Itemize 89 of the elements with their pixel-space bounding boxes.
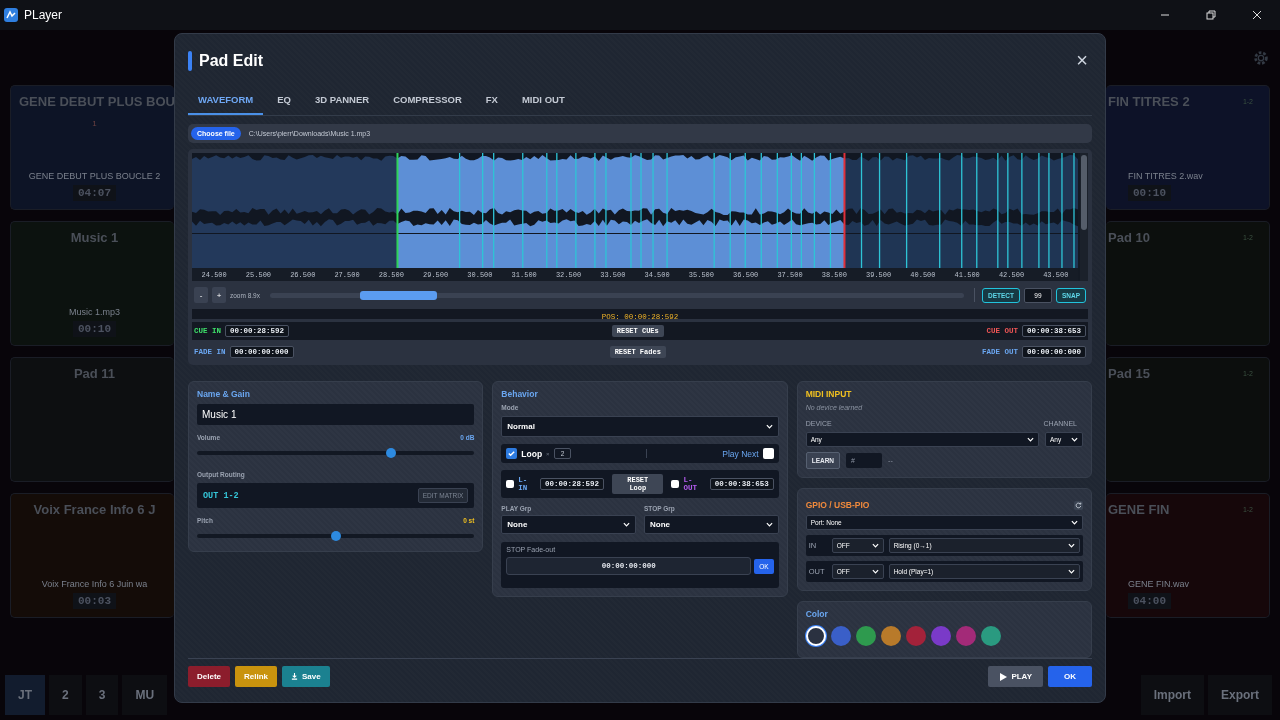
pad-title: Voix France Info 6 J — [33, 502, 156, 517]
pad-title: GENE DEBUT PLUS BOU — [19, 94, 174, 109]
panel-title: Behavior — [501, 389, 539, 399]
window-title: PLayer — [24, 8, 63, 22]
chevron-icon — [1068, 569, 1075, 574]
refresh-icon[interactable] — [1074, 500, 1083, 510]
chevron-icon — [765, 522, 773, 527]
stop-group-select[interactable]: None — [644, 515, 779, 534]
loop-out-checkbox[interactable] — [671, 480, 680, 488]
pad-title: Music 1 — [70, 230, 119, 245]
pad[interactable]: Music 1 Music 1.mp3 00:10 — [10, 221, 174, 346]
scrollbar[interactable] — [1080, 153, 1088, 281]
pad-title: Pad 15 — [1108, 366, 1151, 381]
ok-button[interactable]: OK — [1048, 666, 1092, 687]
loop-in-checkbox[interactable] — [506, 480, 515, 488]
page-tab[interactable]: MU — [122, 675, 168, 715]
color-swatch[interactable] — [855, 626, 876, 646]
chevron-icon — [765, 424, 773, 429]
page-tab[interactable]: 3 — [85, 675, 119, 715]
tab[interactable]: COMPRESSOR — [383, 87, 472, 115]
tab[interactable]: 3D PANNER — [305, 87, 380, 115]
play-button[interactable]: PLAY — [988, 666, 1043, 687]
panel-title: Color — [805, 609, 829, 619]
pad-time: 04:07 — [73, 185, 116, 201]
dialog-title: Pad Edit — [199, 51, 263, 70]
play-icon — [999, 672, 1008, 681]
play-next-checkbox[interactable] — [762, 448, 774, 459]
color-swatch[interactable] — [830, 626, 851, 646]
pad-time: 00:03 — [73, 593, 116, 609]
color-swatch[interactable] — [905, 626, 926, 646]
color-swatch[interactable] — [955, 626, 976, 646]
restore-icon — [1206, 10, 1216, 20]
pad-file-name: Music 1.mp3 — [69, 307, 120, 317]
zoom-in-button[interactable]: + — [212, 287, 226, 303]
pad[interactable]: Voix France Info 6 J Voix France Info 6 Juin wa 00:03 — [10, 493, 174, 618]
routing-value: OUT 1-2 — [203, 490, 239, 501]
page-tab[interactable]: 2 — [49, 675, 82, 715]
save-button[interactable]: Save — [282, 666, 330, 687]
pad-title: Pad 10 — [1108, 230, 1151, 245]
close-icon — [1252, 10, 1262, 20]
bottom-button[interactable]: Export — [1208, 675, 1272, 715]
chevron-icon — [1071, 520, 1078, 525]
tab[interactable]: EQ — [267, 87, 301, 115]
title-accent — [188, 50, 192, 71]
pad-title: Pad 11 — [73, 366, 116, 381]
name-field[interactable]: Music 1 — [197, 404, 475, 425]
pad-time: 04:00 — [1128, 593, 1171, 609]
pad-number: 1 — [92, 119, 97, 128]
slider-thumb[interactable] — [330, 531, 341, 541]
color-swatch[interactable] — [880, 626, 901, 646]
play-next-label: Play Next — [722, 448, 759, 459]
zoom-out-button[interactable]: - — [194, 287, 208, 303]
close-button[interactable]: × — [1072, 49, 1092, 73]
pitch-slider[interactable] — [197, 534, 475, 538]
chevron-icon — [623, 522, 630, 527]
chevron-icon — [1071, 437, 1078, 442]
mode-select[interactable]: Normal — [501, 416, 779, 437]
pad-file-name: GENE FIN.wav — [1128, 579, 1189, 589]
panel-title: MIDI INPUT — [805, 389, 853, 399]
tab[interactable]: MIDI OUT — [511, 87, 575, 115]
bottom-button[interactable]: Import — [1140, 675, 1204, 715]
color-swatch[interactable] — [805, 626, 826, 646]
play-group-select[interactable]: None — [501, 515, 636, 534]
download-icon — [291, 673, 299, 680]
color-swatch[interactable] — [980, 626, 1001, 646]
color-swatch[interactable] — [930, 626, 951, 646]
loop-label: Loop — [521, 448, 543, 459]
pad-file-name: Voix France Info 6 Juin wa — [41, 579, 148, 589]
panel-title: GPIO / USB-PIO — [805, 500, 870, 510]
delete-button[interactable]: Delete — [188, 666, 230, 687]
pad-title: FIN TITRES 2 — [1108, 94, 1191, 109]
pad[interactable]: GENE DEBUT PLUS BOU 1 GENE DEBUT PLUS BOUCLE 2 04:07 — [10, 85, 174, 210]
tab[interactable]: WAVEFORM — [188, 87, 264, 115]
app-icon — [4, 8, 18, 22]
pad-time: 00:10 — [73, 321, 116, 337]
zoom-scrollbar[interactable] — [270, 292, 964, 298]
pad-file-name: FIN TITRES 2.wav — [1128, 171, 1203, 181]
chevron-icon — [871, 569, 879, 574]
waveform-drawing[interactable] — [192, 153, 1078, 268]
panel-title: Name & Gain — [197, 389, 251, 399]
slider-thumb[interactable] — [386, 448, 397, 458]
pad-time: 00:10 — [1128, 185, 1171, 201]
chevron-icon — [1027, 437, 1034, 442]
pad-file-name: GENE DEBUT PLUS BOUCLE 2 — [28, 171, 161, 181]
chevron-icon — [1068, 543, 1075, 548]
chevron-icon — [871, 543, 879, 548]
loop-checkbox[interactable] — [506, 448, 518, 459]
pad-title: GENE FIN — [1108, 502, 1171, 517]
tab[interactable]: FX — [475, 87, 508, 115]
